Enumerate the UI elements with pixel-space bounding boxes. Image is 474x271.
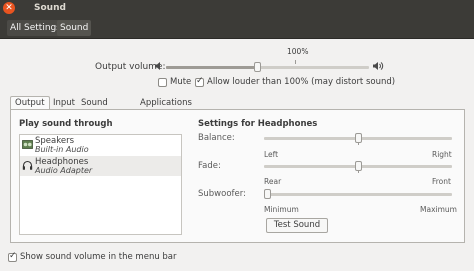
subwoofer-handle[interactable] — [264, 189, 271, 199]
fade-label: Fade: — [198, 161, 221, 171]
balance-left-label: Left — [264, 150, 279, 159]
output-volume-handle[interactable] — [254, 62, 262, 72]
tab-applications[interactable]: Applications — [135, 96, 197, 110]
output-volume-fill — [166, 66, 258, 69]
all-settings-button[interactable]: All Settings — [7, 20, 64, 36]
device-subtitle: Built-in Audio — [35, 145, 89, 154]
tab-output[interactable]: Output — [10, 96, 50, 110]
breadcrumb-current-sound[interactable]: Sound — [57, 20, 92, 36]
hundred-percent-tick — [295, 60, 296, 64]
fade-rear-label: Rear — [264, 177, 282, 186]
allow-louder-label: Allow louder than 100% (may distort soun… — [207, 77, 396, 87]
play-sound-through-title: Play sound through — [19, 119, 113, 129]
subwoofer-slider[interactable] — [264, 189, 452, 199]
balance-label: Balance: — [198, 133, 235, 143]
tab-sound-effects[interactable]: Sound Effects — [76, 96, 115, 121]
output-volume-slider[interactable] — [166, 60, 369, 72]
subwoofer-label: Subwoofer: — [198, 189, 246, 199]
device-subtitle: Audio Adapter — [35, 166, 93, 175]
show-volume-label: Show sound volume in the menu bar — [20, 252, 177, 262]
list-item[interactable]: Speakers Built-in Audio — [20, 135, 181, 155]
allow-louder-checkbox[interactable] — [195, 76, 204, 87]
breadcrumb: All Settings Sound — [0, 17, 474, 39]
fade-front-label: Front — [432, 177, 451, 186]
test-sound-button[interactable]: Test Sound — [266, 218, 328, 233]
output-device-list: Speakers Built-in Audio Headphones Audio… — [19, 134, 182, 235]
mute-checkbox[interactable] — [158, 78, 167, 87]
speaker-low-icon — [155, 62, 160, 70]
mute-label: Mute — [170, 77, 192, 87]
balance-right-label: Right — [432, 150, 452, 159]
speaker-device-icon — [22, 140, 33, 149]
title-bar: ✕ Sound — [0, 0, 474, 17]
fade-slider[interactable] — [264, 161, 452, 173]
balance-slider[interactable] — [264, 133, 452, 145]
output-panel: Play sound through Speakers Built-in Aud… — [10, 109, 465, 243]
window-title: Sound — [34, 3, 66, 13]
fade-handle[interactable] — [354, 161, 362, 171]
settings-for-headphones-title: Settings for Headphones — [198, 119, 318, 129]
subwoofer-min-label: Minimum — [264, 205, 299, 214]
balance-handle[interactable] — [354, 133, 362, 143]
list-item[interactable]: Headphones Audio Adapter — [20, 156, 181, 176]
speaker-high-icon — [373, 62, 384, 70]
close-window-button[interactable]: ✕ — [3, 2, 15, 14]
headphones-icon — [22, 160, 33, 170]
show-volume-checkbox[interactable] — [8, 251, 17, 262]
subwoofer-max-label: Maximum — [420, 205, 457, 214]
hundred-percent-label: 100% — [287, 47, 309, 56]
